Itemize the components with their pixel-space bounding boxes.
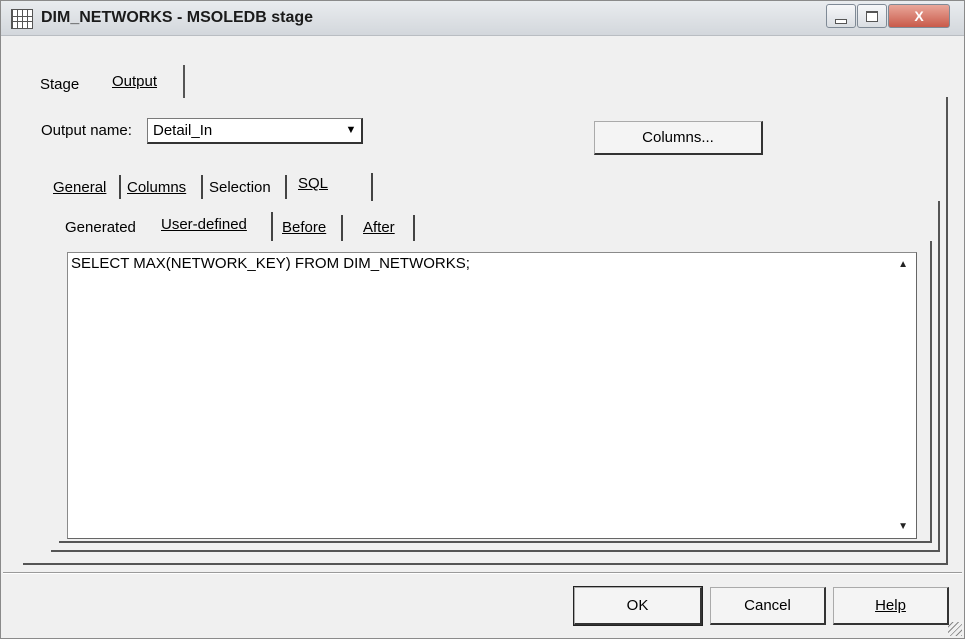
output-name-value: Detail_In bbox=[153, 122, 213, 139]
tab-output-label: Output bbox=[112, 73, 158, 90]
tab-before-label: Before bbox=[282, 219, 327, 236]
tab-generated-label: Generated bbox=[65, 219, 136, 236]
grid-app-icon bbox=[11, 9, 33, 29]
tab-columns[interactable]: Columns bbox=[127, 179, 186, 196]
help-button-label: Help bbox=[875, 597, 906, 614]
cancel-button-label: Cancel bbox=[744, 597, 791, 614]
cancel-button[interactable]: Cancel bbox=[710, 587, 826, 625]
footer-divider bbox=[3, 572, 962, 574]
ok-button[interactable]: OK bbox=[573, 586, 703, 626]
tab-columns-label: Columns bbox=[127, 179, 187, 196]
tab-divider bbox=[413, 215, 415, 241]
tab-selection-label: Selection bbox=[209, 179, 271, 196]
tab-stage[interactable]: Stage bbox=[40, 76, 79, 93]
tab-sql-label: SQL bbox=[298, 175, 329, 192]
tab-divider bbox=[201, 175, 203, 199]
close-button[interactable]: X bbox=[888, 4, 950, 28]
columns-button-label: Columns... bbox=[642, 129, 714, 146]
output-name-dropdown[interactable]: Detail_In ▼ bbox=[147, 118, 363, 144]
maximize-button[interactable] bbox=[857, 4, 887, 28]
minimize-button[interactable] bbox=[826, 4, 856, 28]
tab-selection[interactable]: Selection bbox=[209, 179, 271, 196]
window-title: DIM_NETWORKS - MSOLEDB stage bbox=[41, 9, 314, 26]
tab-user-defined[interactable]: User-defined bbox=[161, 216, 247, 233]
tab-output[interactable]: Output bbox=[112, 73, 157, 90]
title-bar[interactable]: DIM_NETWORKS - MSOLEDB stage X bbox=[1, 1, 964, 36]
resize-grip-icon[interactable] bbox=[948, 622, 962, 636]
tab-divider bbox=[285, 175, 287, 199]
scroll-down-arrow-icon[interactable]: ▼ bbox=[898, 521, 908, 532]
sql-text-area[interactable]: SELECT MAX(NETWORK_KEY) FROM DIM_NETWORK… bbox=[67, 252, 917, 539]
tab-after-label: After bbox=[363, 219, 395, 236]
scroll-up-arrow-icon[interactable]: ▲ bbox=[898, 259, 908, 270]
tab-user-defined-label: User-defined bbox=[161, 216, 247, 233]
tab-divider bbox=[341, 215, 343, 241]
tab-general-label: General bbox=[53, 179, 107, 196]
tab-before[interactable]: Before bbox=[282, 219, 326, 236]
output-name-label: Output name: bbox=[41, 122, 132, 139]
tab-sql[interactable]: SQL bbox=[298, 175, 328, 192]
tab-sql-edge bbox=[371, 173, 373, 201]
maximize-icon bbox=[866, 10, 878, 22]
tab-divider bbox=[271, 212, 273, 241]
tab-divider bbox=[119, 175, 121, 199]
chevron-down-icon[interactable]: ▼ bbox=[341, 119, 361, 141]
minimize-icon bbox=[835, 18, 847, 24]
tab-after[interactable]: After bbox=[363, 219, 395, 236]
close-icon: X bbox=[914, 8, 924, 24]
tab-general[interactable]: General bbox=[53, 179, 106, 196]
columns-button[interactable]: Columns... bbox=[594, 121, 763, 155]
sql-statement: SELECT MAX(NETWORK_KEY) FROM DIM_NETWORK… bbox=[71, 255, 470, 272]
tab-stage-label: Stage bbox=[40, 76, 80, 93]
help-button[interactable]: Help bbox=[833, 587, 949, 625]
ok-button-label: OK bbox=[626, 597, 649, 614]
tab-generated[interactable]: Generated bbox=[65, 219, 136, 236]
dialog-window: DIM_NETWORKS - MSOLEDB stage X Stage Out… bbox=[0, 0, 965, 639]
